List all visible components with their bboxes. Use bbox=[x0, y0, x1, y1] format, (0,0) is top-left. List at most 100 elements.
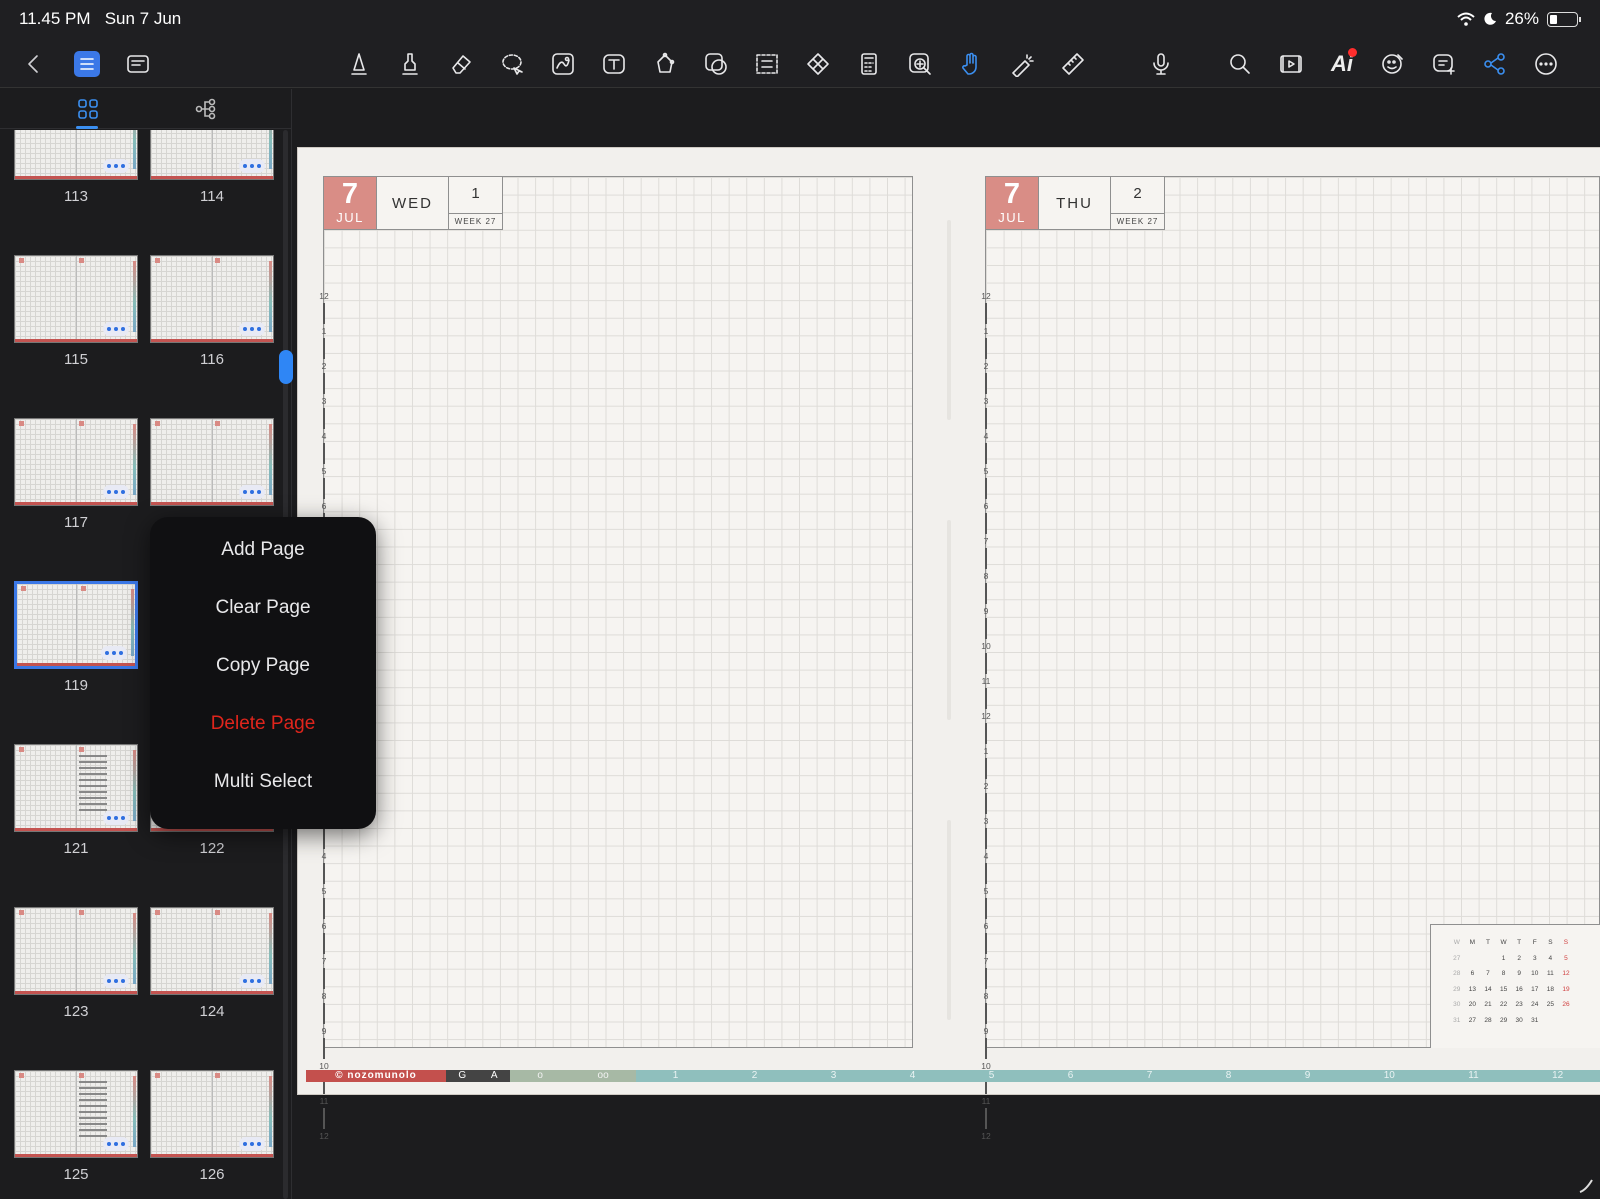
page-number-label: 121 bbox=[63, 840, 89, 857]
ruler-grid-icon[interactable] bbox=[805, 51, 831, 77]
ruler-icon[interactable] bbox=[1060, 51, 1086, 77]
month-tab[interactable]: 9 bbox=[1305, 1070, 1311, 1082]
hour-segment bbox=[323, 933, 325, 954]
month-tab[interactable]: 2 bbox=[752, 1070, 758, 1082]
thumbnail-more-icon[interactable] bbox=[239, 485, 265, 499]
thumbnail-more-icon[interactable] bbox=[103, 811, 129, 825]
hour-segment bbox=[323, 338, 325, 359]
thumbnail-more-icon[interactable] bbox=[101, 646, 127, 660]
ai-icon[interactable]: Ai bbox=[1329, 48, 1357, 77]
sticker-icon[interactable] bbox=[703, 51, 729, 77]
outline-icon[interactable] bbox=[125, 51, 151, 77]
hour-segment bbox=[323, 968, 325, 989]
month-tab[interactable]: 5 bbox=[989, 1070, 995, 1082]
thumbnail-tabs bbox=[269, 130, 272, 169]
zoom-icon[interactable] bbox=[907, 51, 933, 77]
left-page-grid[interactable] bbox=[323, 176, 913, 1048]
status-bar: 11.45 PM Sun 7 Jun 26% bbox=[0, 0, 1600, 38]
search-icon[interactable] bbox=[1227, 51, 1253, 77]
menu-item-multi-select[interactable]: Multi Select bbox=[150, 753, 376, 811]
month-tab[interactable]: 7 bbox=[1147, 1070, 1153, 1082]
menu-item-clear-page[interactable]: Clear Page bbox=[150, 579, 376, 637]
index-circle-tab[interactable]: o bbox=[537, 1070, 543, 1082]
month-tab[interactable]: 4 bbox=[910, 1070, 916, 1082]
month-tab[interactable]: 12 bbox=[1552, 1070, 1563, 1082]
menu-item-delete-page[interactable]: Delete Page bbox=[150, 695, 376, 753]
calendar-cell: 29 bbox=[1499, 1016, 1508, 1024]
calendar-cell: 20 bbox=[1468, 1001, 1476, 1009]
month-tab[interactable]: 11 bbox=[1468, 1070, 1478, 1082]
thumbnail-spine bbox=[212, 1071, 213, 1157]
menu-item-copy-page[interactable]: Copy Page bbox=[150, 637, 376, 695]
page-thumbnail[interactable] bbox=[150, 418, 274, 506]
index-circle-tab[interactable]: oo bbox=[598, 1070, 609, 1082]
month-tab[interactable]: 8 bbox=[1226, 1070, 1232, 1082]
page-thumbnail[interactable] bbox=[14, 130, 138, 180]
hour-label: 11 bbox=[981, 1096, 991, 1106]
lasso-icon[interactable] bbox=[499, 51, 525, 77]
thumbnail-more-icon[interactable] bbox=[239, 322, 265, 336]
battery-icon bbox=[1547, 11, 1581, 27]
shape-icon[interactable] bbox=[652, 51, 678, 77]
page-thumbnail[interactable] bbox=[150, 255, 274, 343]
mini-calendar: W M T W T F S S 27 1 2 3 4 5 28 6 7 8 9 10 11 12 29 13 14 15 16 17 1… bbox=[1430, 924, 1600, 1048]
hour-label: 4 bbox=[983, 431, 989, 441]
page-thumbnail[interactable] bbox=[14, 744, 138, 832]
thumbnail-more-icon[interactable] bbox=[103, 974, 129, 988]
text-line bbox=[79, 809, 107, 811]
month-tab[interactable]: 1 bbox=[673, 1070, 679, 1082]
text-icon[interactable] bbox=[601, 51, 627, 77]
index-letter-tab[interactable]: G bbox=[458, 1070, 466, 1082]
emoji-icon[interactable] bbox=[1380, 51, 1406, 77]
page-thumbnail[interactable] bbox=[150, 907, 274, 995]
right-page-grid[interactable] bbox=[985, 176, 1600, 1048]
selection-icon[interactable] bbox=[754, 51, 780, 77]
month-tab[interactable]: 3 bbox=[831, 1070, 837, 1082]
highlighter-icon[interactable] bbox=[397, 51, 423, 77]
thumbnail-more-icon[interactable] bbox=[239, 974, 265, 988]
more-icon[interactable] bbox=[1533, 51, 1559, 77]
page-thumbnail[interactable] bbox=[14, 418, 138, 506]
thumbnail-more-icon[interactable] bbox=[239, 159, 265, 173]
month-tab[interactable]: 6 bbox=[1068, 1070, 1074, 1082]
calculator-icon[interactable] bbox=[856, 51, 882, 77]
index-letter-tab[interactable]: A bbox=[491, 1070, 498, 1082]
back-icon[interactable] bbox=[21, 51, 47, 77]
page-thumbnail[interactable] bbox=[14, 1070, 138, 1158]
outline-tree-icon[interactable] bbox=[194, 97, 218, 121]
thumbnail-more-icon[interactable] bbox=[103, 322, 129, 336]
text-line bbox=[79, 767, 107, 769]
thumbnail-date-tag bbox=[19, 258, 24, 263]
page-list-icon[interactable] bbox=[74, 51, 100, 77]
text-line bbox=[79, 779, 107, 781]
image-icon[interactable] bbox=[550, 51, 576, 77]
page-number-label: 123 bbox=[63, 1003, 89, 1020]
thumbnail-more-icon[interactable] bbox=[103, 159, 129, 173]
month-tab[interactable]: 10 bbox=[1384, 1070, 1395, 1082]
grid-view-icon[interactable] bbox=[76, 97, 100, 121]
hand-icon[interactable] bbox=[958, 51, 984, 77]
present-icon[interactable] bbox=[1278, 51, 1304, 77]
page-thumbnail[interactable] bbox=[14, 907, 138, 995]
page-thumbnail[interactable] bbox=[150, 130, 274, 180]
laser-icon[interactable] bbox=[1009, 51, 1035, 77]
share-icon[interactable] bbox=[1482, 51, 1508, 77]
thumbnail-more-icon[interactable] bbox=[239, 1137, 265, 1151]
calendar-cell: 15 bbox=[1499, 985, 1508, 993]
page-thumbnail[interactable] bbox=[150, 1070, 274, 1158]
thumbnail-more-icon[interactable] bbox=[103, 485, 129, 499]
comment-icon[interactable] bbox=[1431, 51, 1457, 77]
scroll-handle[interactable] bbox=[279, 350, 293, 384]
page-thumbnail[interactable] bbox=[14, 255, 138, 343]
hour-segment bbox=[985, 653, 987, 674]
planner-spread[interactable]: 7 JUL WED 1 WEEK 27 12123456789101112123… bbox=[298, 148, 1600, 1141]
pen-icon[interactable] bbox=[346, 51, 372, 77]
thumbnail-more-icon[interactable] bbox=[103, 1137, 129, 1151]
page-thumbnail[interactable] bbox=[14, 581, 138, 669]
calendar-cell: 3 bbox=[1532, 954, 1537, 962]
thumbnail-strip bbox=[17, 663, 135, 666]
menu-item-add-page[interactable]: Add Page bbox=[150, 521, 376, 579]
microphone-icon[interactable] bbox=[1148, 51, 1174, 77]
eraser-icon[interactable] bbox=[448, 51, 474, 77]
hour-label: 3 bbox=[983, 816, 989, 826]
